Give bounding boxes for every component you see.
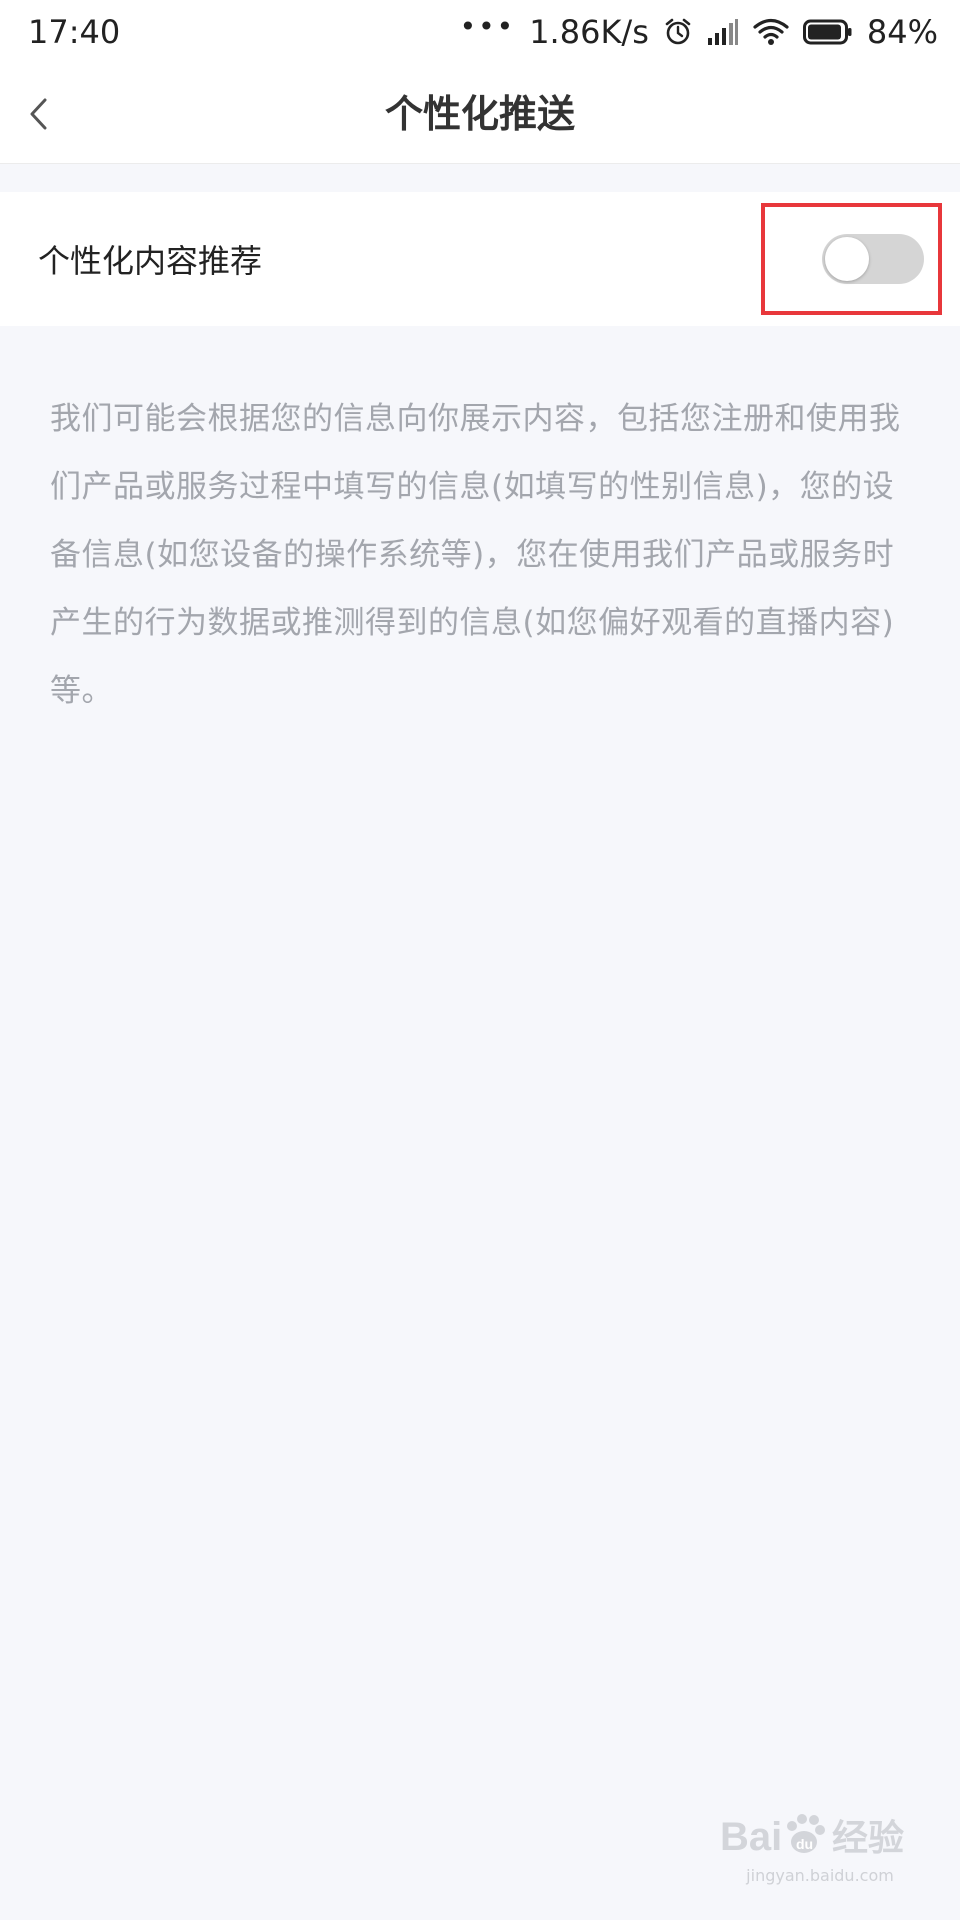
network-speed: 1.86K/s [529,13,649,51]
setting-label: 个性化内容推荐 [38,242,263,280]
baidu-logo-icon: Bai du 经验 [720,1814,904,1859]
description-text: 我们可能会根据您的信息向你展示内容，包括您注册和使用我们产品或服务过程中填写的信… [50,401,901,709]
chevron-left-icon [30,98,47,130]
status-more-dots: ••• [459,10,516,43]
status-time: 17:40 [28,13,121,51]
status-bar: 17:40 ••• 1.86K/s 84% [0,0,960,64]
alarm-icon [663,17,693,47]
page-title: 个性化推送 [384,92,575,136]
svg-text:du: du [796,1836,813,1852]
svg-text:Bai: Bai [720,1815,782,1859]
svg-text:经验: 经验 [832,1818,904,1859]
personalized-recommendation-toggle[interactable] [822,234,924,284]
back-button[interactable] [6,82,70,146]
signal-icon [707,18,739,46]
wifi-icon [753,18,789,46]
battery-icon [802,19,853,45]
setting-row-personalized-recommendation: 个性化内容推荐 [0,192,960,326]
watermark-url: jingyan.baidu.com [746,1866,894,1885]
battery-percentage: 84% [866,13,938,51]
toggle-knob [825,237,869,281]
navigation-header: 个性化推送 [0,64,960,164]
baidu-jingyan-watermark: Bai du 经验 jingyan.baidu.com [720,1806,920,1896]
